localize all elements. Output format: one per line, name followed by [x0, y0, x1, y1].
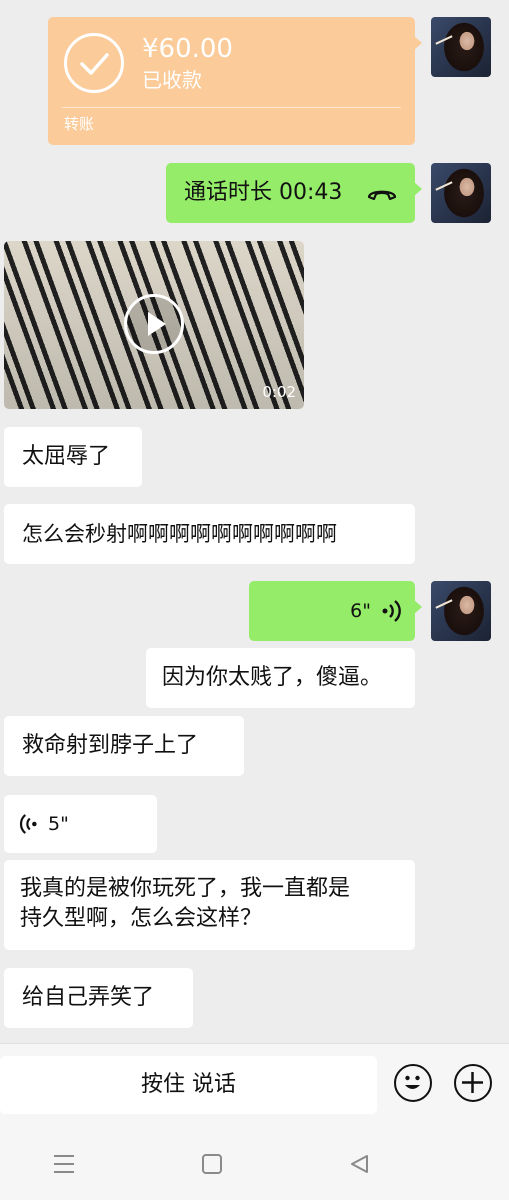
transfer-divider	[62, 107, 401, 108]
voice-message-sent[interactable]: 6"	[249, 581, 422, 641]
phone-hangup-icon	[367, 190, 397, 201]
message-text-line: 我真的是被你玩死了，我一直都是	[20, 876, 351, 901]
transfer-status: 已收款	[142, 68, 202, 92]
message-received[interactable]: 救命射到脖子上了	[4, 716, 244, 776]
call-duration-text: 通话时长 00:43	[184, 180, 343, 205]
voice-wave-icon	[19, 814, 37, 834]
play-icon[interactable]	[124, 294, 184, 354]
message-text: 怎么会秒射啊啊啊啊啊啊啊啊啊啊	[22, 522, 337, 546]
transfer-type: 转账	[64, 115, 95, 133]
system-nav-bar	[0, 1131, 509, 1200]
message-received[interactable]: 因为你太贱了，傻逼。	[146, 648, 415, 708]
transfer-amount: ¥60.00	[142, 34, 233, 64]
video-duration: 0:02	[262, 383, 296, 401]
avatar[interactable]	[431, 163, 491, 223]
message-text: 因为你太贱了，傻逼。	[162, 665, 383, 690]
voice-wave-icon	[382, 600, 401, 622]
message-text-line: 持久型啊，怎么会这样？	[20, 906, 263, 931]
check-icon	[64, 33, 124, 93]
message-received[interactable]: 太屈辱了	[4, 427, 142, 487]
avatar[interactable]	[431, 17, 491, 77]
transfer-card[interactable]: ¥60.00 已收款 转账	[48, 17, 422, 145]
message-received[interactable]: 怎么会秒射啊啊啊啊啊啊啊啊啊啊	[4, 504, 415, 564]
voice-message-received[interactable]: 5"	[4, 795, 157, 853]
message-text: 太屈辱了	[22, 444, 111, 469]
message-received[interactable]: 给自己弄笑了	[4, 968, 193, 1028]
home-icon[interactable]	[201, 1153, 223, 1175]
back-icon[interactable]	[349, 1153, 371, 1175]
avatar[interactable]	[431, 581, 491, 641]
menu-icon[interactable]	[52, 1153, 76, 1175]
call-duration-bubble[interactable]: 通话时长 00:43	[166, 163, 422, 223]
emoji-icon[interactable]	[394, 1064, 432, 1102]
message-text: 救命射到脖子上了	[22, 733, 199, 758]
voice-duration: 6"	[350, 600, 371, 622]
plus-icon[interactable]	[454, 1064, 492, 1102]
voice-duration: 5"	[48, 813, 69, 835]
message-text: 给自己弄笑了	[22, 985, 155, 1010]
hold-to-talk-button[interactable]: 按住 说话	[0, 1056, 377, 1114]
video-message[interactable]: 0:02	[4, 241, 304, 409]
message-received[interactable]: 我真的是被你玩死了，我一直都是 持久型啊，怎么会这样？	[4, 860, 415, 950]
input-bar: 按住 说话	[0, 1043, 509, 1131]
